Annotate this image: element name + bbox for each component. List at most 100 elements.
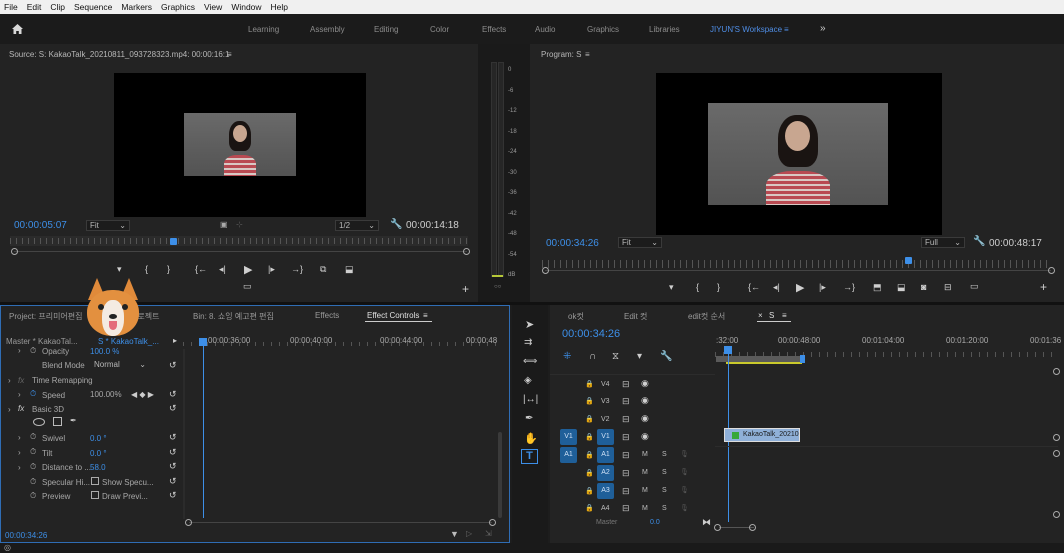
master-track-label[interactable]: Master (596, 519, 617, 526)
workspace-libraries[interactable]: Libraries (649, 25, 680, 34)
workspace-menu-icon[interactable]: ≡ (784, 25, 789, 34)
go-to-out-icon[interactable]: →} (291, 264, 303, 274)
eye-icon[interactable]: ◉ (641, 431, 649, 442)
stopwatch-icon[interactable]: ⏱ (30, 432, 36, 442)
speed-value[interactable]: 100.00% (90, 390, 122, 399)
track-name-a2[interactable]: A2 (597, 465, 614, 481)
zoom-handle-left[interactable] (11, 248, 18, 255)
step-forward-icon[interactable]: |▸ (819, 282, 826, 293)
source-menu-icon[interactable]: ≡ (227, 50, 232, 59)
vr-view-icon[interactable]: ▭ (970, 281, 979, 292)
out-point-marker[interactable] (800, 355, 805, 363)
source-zoom-bar[interactable] (14, 251, 467, 252)
hand-tool-icon[interactable]: ✋ (524, 432, 538, 445)
zoom-handle-right[interactable] (463, 248, 470, 255)
chevron-right-icon[interactable]: › (18, 433, 21, 442)
track-name-a1[interactable]: A1 (597, 447, 614, 463)
tab-sequence-ok[interactable]: ok컷 (568, 311, 584, 322)
zoom-handle-right[interactable] (749, 524, 756, 531)
menu-sequence[interactable]: Sequence (74, 2, 112, 12)
play-icon[interactable]: ▶ (796, 281, 804, 294)
step-forward-icon[interactable]: |▸ (268, 264, 275, 275)
vertical-zoom-handle[interactable] (1053, 368, 1060, 375)
stopwatch-icon[interactable]: ⏱ (30, 477, 36, 487)
reset-icon[interactable]: ↺ (169, 389, 177, 400)
lock-icon[interactable]: 🔒 (585, 504, 594, 512)
track-name-v1[interactable]: V1 (597, 429, 614, 445)
mute-button[interactable]: M (642, 487, 648, 494)
selection-tool-icon[interactable]: ➤ (525, 318, 534, 331)
lock-icon[interactable]: 🔒 (585, 469, 594, 477)
camera-icon[interactable]: ◙ (921, 282, 926, 292)
lock-icon[interactable]: 🔒 (585, 397, 594, 405)
tab-sequence-order[interactable]: edit컷 순서 (688, 311, 725, 322)
swivel-value[interactable]: 0.0 ° (90, 434, 107, 443)
menu-clip[interactable]: Clip (50, 2, 65, 12)
safe-margins-icon[interactable]: ▣ (220, 220, 228, 229)
vertical-zoom-handle[interactable] (1053, 450, 1060, 457)
type-tool-icon[interactable]: T (521, 449, 538, 464)
tab-effect-controls[interactable]: Effect Controls (367, 311, 419, 320)
track-select-tool-icon[interactable]: ⇉ (524, 337, 532, 348)
lock-icon[interactable]: 🔒 (585, 380, 594, 388)
menu-edit[interactable]: Edit (27, 2, 42, 12)
chevron-right-icon[interactable]: › (8, 405, 11, 414)
razor-tool-icon[interactable]: ◈ (524, 375, 532, 386)
mute-button[interactable]: M (642, 469, 648, 476)
workspace-effects[interactable]: Effects (482, 25, 506, 34)
opacity-value[interactable]: 100.0 % (90, 347, 119, 356)
slip-tool-icon[interactable]: |↔| (523, 394, 538, 405)
program-timecode[interactable]: 00:00:34:26 (546, 238, 599, 249)
comparison-view-icon[interactable]: ⊟ (944, 282, 952, 293)
menu-graphics[interactable]: Graphics (161, 2, 195, 12)
zoom-handle-left[interactable] (714, 524, 721, 531)
sync-lock-icon[interactable]: ⊟ (622, 379, 630, 390)
sync-lock-icon[interactable]: ⊟ (622, 468, 630, 479)
effect-controls-timecode[interactable]: 00:00:34:26 (5, 531, 47, 540)
keyframe-nav-icon[interactable]: ◀ ◆ ▶ (131, 390, 154, 399)
stopwatch-icon[interactable]: ⏱ (30, 389, 36, 399)
meter-solo-buttons[interactable]: ○○ (494, 284, 501, 290)
add-marker-icon[interactable]: ▾ (637, 351, 642, 362)
chevron-right-icon[interactable]: › (18, 463, 21, 472)
mark-out-icon[interactable]: } (717, 282, 720, 292)
source-fit-select[interactable]: Fit ⌄ (86, 220, 130, 231)
step-back-icon[interactable]: ◂| (773, 282, 780, 293)
extract-icon[interactable]: ⬓ (897, 282, 906, 293)
chevron-right-icon[interactable]: › (18, 346, 21, 355)
solo-button[interactable]: S (662, 505, 667, 512)
tab-sequence-edit[interactable]: Edit 컷 (624, 311, 647, 322)
stopwatch-icon[interactable]: ⏱ (30, 447, 36, 457)
export-frame-icon[interactable]: ▭ (243, 281, 252, 292)
menu-file[interactable]: File (4, 2, 18, 12)
eye-icon[interactable]: ◉ (641, 395, 649, 406)
effect-controls-scrollbar[interactable] (498, 432, 502, 518)
timeline-timecode[interactable]: 00:00:34:26 (562, 328, 620, 340)
pen-mask-icon[interactable]: ✒ (70, 416, 77, 425)
blend-mode-select[interactable]: Normal ⌄ (91, 360, 149, 369)
microphone-icon[interactable]: 🎙 (680, 486, 689, 494)
tab-bin[interactable]: Bin: 8. 쇼잉 예고편 편집 (193, 311, 274, 322)
wrench-icon[interactable]: 🔧 (390, 219, 402, 230)
master-clip-label[interactable]: Master * KakaoTal... (6, 337, 78, 346)
button-editor-icon[interactable]: + (462, 282, 469, 296)
effect-controls-menu-icon[interactable]: ≡ (423, 311, 428, 320)
reset-icon[interactable]: ↺ (169, 403, 177, 414)
menu-markers[interactable]: Markers (121, 2, 152, 12)
solo-button[interactable]: S (662, 451, 667, 458)
chevron-right-icon[interactable]: › (18, 448, 21, 457)
sync-lock-icon[interactable]: ⊟ (622, 503, 630, 514)
ellipse-mask-icon[interactable] (33, 418, 45, 426)
overwrite-icon[interactable]: ⬓ (345, 264, 354, 275)
mute-button[interactable]: M (642, 505, 648, 512)
track-name-a4[interactable]: A4 (601, 505, 610, 512)
home-icon[interactable] (11, 23, 24, 35)
zoom-handle-right[interactable] (489, 519, 496, 526)
track-name-v3[interactable]: V3 (601, 398, 610, 405)
source-patch-a1[interactable]: A1 (560, 447, 577, 463)
linked-selection-icon[interactable]: ⧖ (612, 351, 619, 362)
video-clip[interactable]: KakaoTalk_20210 (724, 428, 800, 442)
nest-icon[interactable]: ⁜ (563, 351, 571, 362)
eye-icon[interactable]: ◉ (641, 413, 649, 424)
export-icon[interactable]: ⇲ (485, 529, 492, 538)
